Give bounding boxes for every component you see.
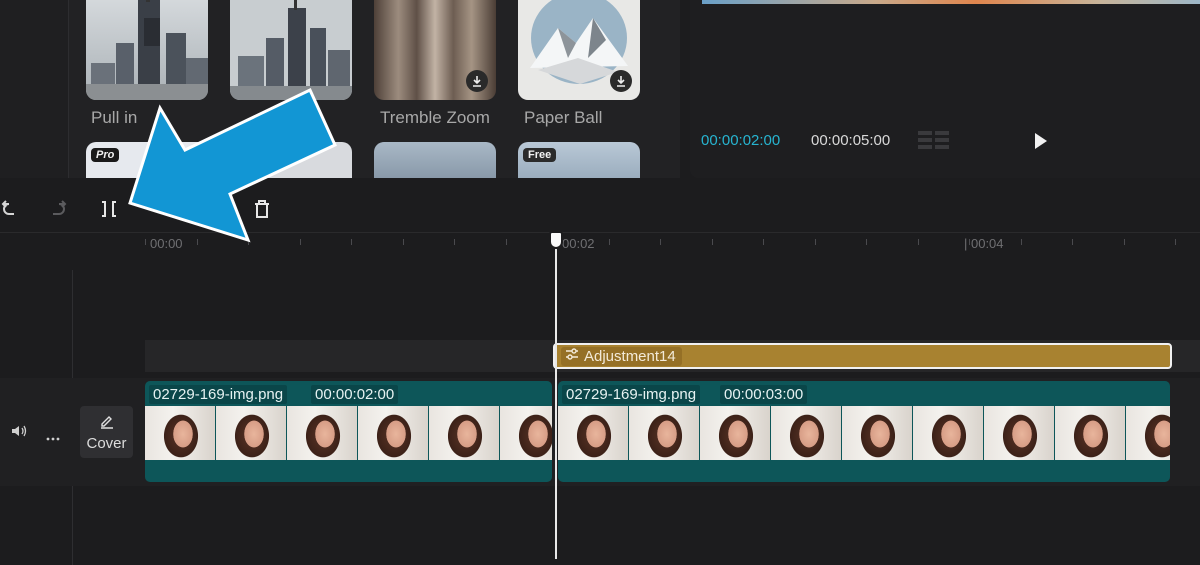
ruler-tick — [1072, 239, 1073, 245]
ruler-tick — [969, 239, 970, 245]
split-icon[interactable] — [97, 196, 121, 222]
ruler-tick — [763, 239, 764, 245]
effect-thumb-row2-3[interactable] — [374, 142, 496, 178]
undo-icon[interactable] — [0, 196, 20, 222]
ruler-tick — [918, 239, 919, 245]
ruler-tick — [403, 239, 404, 245]
pro-badge: Pro — [91, 148, 120, 162]
ruler-tick — [248, 239, 249, 245]
video-preview — [702, 0, 1200, 4]
delete-icon[interactable] — [250, 196, 274, 222]
effect-label-tremble-zoom: Tremble Zoom — [380, 108, 490, 127]
effect-label-pull-in: Pull in — [91, 108, 138, 127]
ruler-tick — [712, 239, 713, 245]
city-skyline-image — [86, 0, 208, 100]
cover-button[interactable]: Cover — [80, 406, 133, 458]
free-badge: Free — [523, 148, 557, 162]
ruler-tick — [300, 239, 301, 245]
play-icon[interactable] — [1033, 132, 1049, 155]
edit-pencil-icon — [99, 413, 115, 434]
effect-label-paper-ball: Paper Ball — [524, 108, 603, 127]
effect-thumb-paper-ball[interactable] — [518, 0, 640, 100]
ruler-tick — [866, 239, 867, 245]
adjustment-clip[interactable]: Adjustment14 — [553, 343, 1172, 369]
adjustment-icon — [565, 347, 579, 366]
ruler-tick — [1175, 239, 1176, 245]
current-time: 00:00:02:00 — [701, 132, 781, 149]
ruler-tick — [815, 239, 816, 245]
redo-icon[interactable] — [48, 196, 70, 222]
timecode-format-icon[interactable] — [918, 129, 950, 158]
effect-thumb-pull-in[interactable] — [86, 0, 208, 100]
track-audio-icon[interactable] — [11, 424, 29, 443]
ruler-tick — [454, 239, 455, 245]
effect-thumb-row2-2[interactable] — [230, 142, 352, 178]
clip-thumbnails — [558, 406, 1170, 460]
clip-name: 02729-169-img.png — [562, 385, 701, 404]
cover-label: Cover — [86, 434, 127, 452]
ruler-tick — [660, 239, 661, 245]
video-clip-2[interactable]: 02729-169-img.png 00:00:03:00 — [558, 381, 1170, 482]
ruler-tick — [145, 239, 146, 245]
effect-thumb-pro[interactable]: Pro — [86, 142, 208, 178]
ruler-label-2: 00:02 — [562, 236, 595, 251]
ruler-tick — [506, 239, 507, 245]
ruler-tick — [351, 239, 352, 245]
time-ruler[interactable] — [145, 233, 1200, 255]
clip-name: 02729-169-img.png — [149, 385, 288, 404]
total-time: 00:00:05:00 — [811, 132, 891, 149]
effect-thumb-2[interactable] — [230, 0, 352, 100]
video-clip-1[interactable]: 02729-169-img.png 00:00:02:00 — [145, 381, 552, 482]
effects-panel: Pull in Tremble Zoom Paper Ball Pro Free — [0, 0, 680, 178]
clip-duration: 00:00:03:00 — [720, 385, 808, 404]
timeline-toolbar — [0, 188, 1200, 233]
effects-category-sidebar — [0, 0, 69, 178]
ruler-tick — [197, 239, 198, 245]
playhead[interactable] — [555, 249, 557, 559]
ruler-tick — [609, 239, 610, 245]
clip-duration: 00:00:02:00 — [311, 385, 399, 404]
clip-thumbnails — [145, 406, 552, 460]
track-more-icon[interactable] — [46, 428, 60, 446]
effect-thumb-free[interactable]: Free — [518, 142, 640, 178]
adjustment-clip-label: Adjustment14 — [584, 348, 676, 365]
ruler-tick — [1124, 239, 1125, 245]
playhead-handle[interactable] — [549, 231, 563, 249]
effect-thumb-tremble-zoom[interactable] — [374, 0, 496, 100]
ruler-tick — [1021, 239, 1022, 245]
download-icon[interactable] — [466, 70, 488, 92]
ruler-label-0: 00:00 — [150, 236, 183, 251]
city-skyline-image — [230, 0, 352, 100]
adjustment-clip-header: Adjustment14 — [561, 347, 682, 366]
download-icon[interactable] — [610, 70, 632, 92]
